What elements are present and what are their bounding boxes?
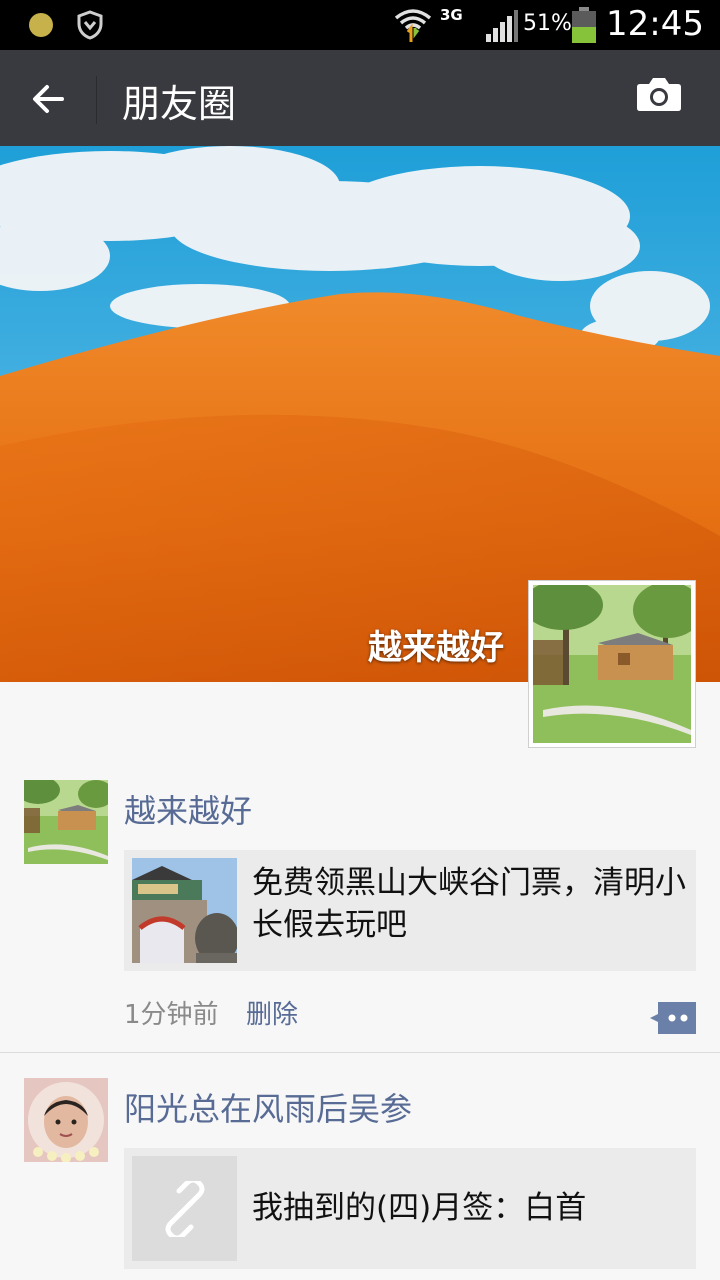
user-avatar[interactable]: [24, 1078, 108, 1162]
link-card[interactable]: 免费领黑山大峡谷门票，清明小长假去玩吧: [124, 850, 696, 971]
cabin-avatar-image: [533, 585, 691, 743]
link-icon: [165, 1180, 204, 1237]
post-user-name[interactable]: 阳光总在风雨后吴参: [124, 1084, 412, 1130]
link-thumbnail: [132, 858, 237, 963]
moment-post: 越来越好 免费领黑山大峡谷门票，清明小长假去玩吧 1分钟前 删除: [0, 780, 720, 1052]
status-bar: 3G 51% 12:45: [0, 0, 720, 50]
link-text: 免费领黑山大峡谷门票，清明小长假去玩吧: [252, 865, 686, 943]
signal-icon: [486, 10, 518, 46]
moment-post: 阳光总在风雨后吴参 我抽到的(四)月签：白首: [0, 1078, 720, 1280]
cover-avatar[interactable]: [528, 580, 696, 748]
title-bar: 朋友圈: [0, 50, 720, 146]
cover-user-name: 越来越好: [368, 628, 504, 668]
post-time: 1分钟前: [124, 1000, 219, 1030]
notification-dot-icon: [29, 13, 53, 37]
network-type: 3G: [440, 6, 463, 24]
post-user-name[interactable]: 越来越好: [124, 786, 252, 832]
wifi-icon: [394, 8, 432, 48]
shield-icon: [76, 10, 104, 44]
cabin-avatar-image: [24, 780, 108, 864]
user-avatar[interactable]: [24, 780, 108, 864]
arrow-left-icon: [33, 85, 64, 113]
link-text: 我抽到的(四)月签：白首: [252, 1190, 587, 1226]
post-divider: [0, 1052, 720, 1053]
link-thumbnail: [132, 1156, 237, 1261]
battery-percent: 51%: [523, 11, 572, 36]
portrait-avatar-image: [24, 1078, 108, 1162]
title-separator: [96, 76, 97, 124]
delete-button[interactable]: 删除: [246, 994, 298, 1031]
page-title: 朋友圈: [122, 82, 237, 126]
status-time: 12:45: [606, 4, 704, 44]
link-card[interactable]: 我抽到的(四)月签：白首: [124, 1148, 696, 1269]
camera-icon: [637, 78, 681, 111]
back-button[interactable]: [22, 72, 76, 126]
battery-icon: [572, 7, 596, 43]
gate-thumbnail-image: [132, 858, 237, 963]
comment-bubble-icon: [650, 1002, 696, 1034]
camera-button[interactable]: [636, 76, 692, 122]
comment-button[interactable]: [650, 1002, 696, 1034]
